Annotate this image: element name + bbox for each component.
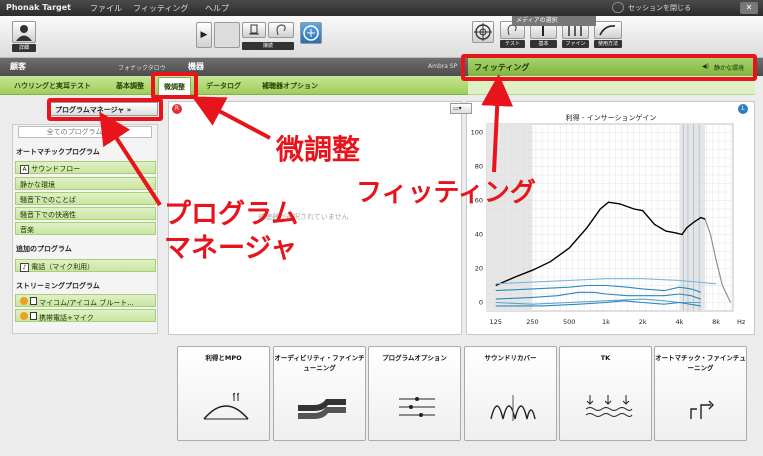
arrow-program-manager (99, 111, 162, 207)
annotation-program-2: マネージャ (164, 233, 298, 264)
annotation-arrows (99, 74, 514, 207)
arrow-fitting (481, 74, 514, 173)
annotation-fitting: フィッティング (356, 178, 536, 208)
annotation-fine-tuning: 微調整 (276, 133, 361, 166)
app-window: Phonak Target ファイル フィッティング ヘルプ セッションを閉じる… (0, 0, 763, 456)
arrow-fine-tuning (191, 96, 271, 140)
